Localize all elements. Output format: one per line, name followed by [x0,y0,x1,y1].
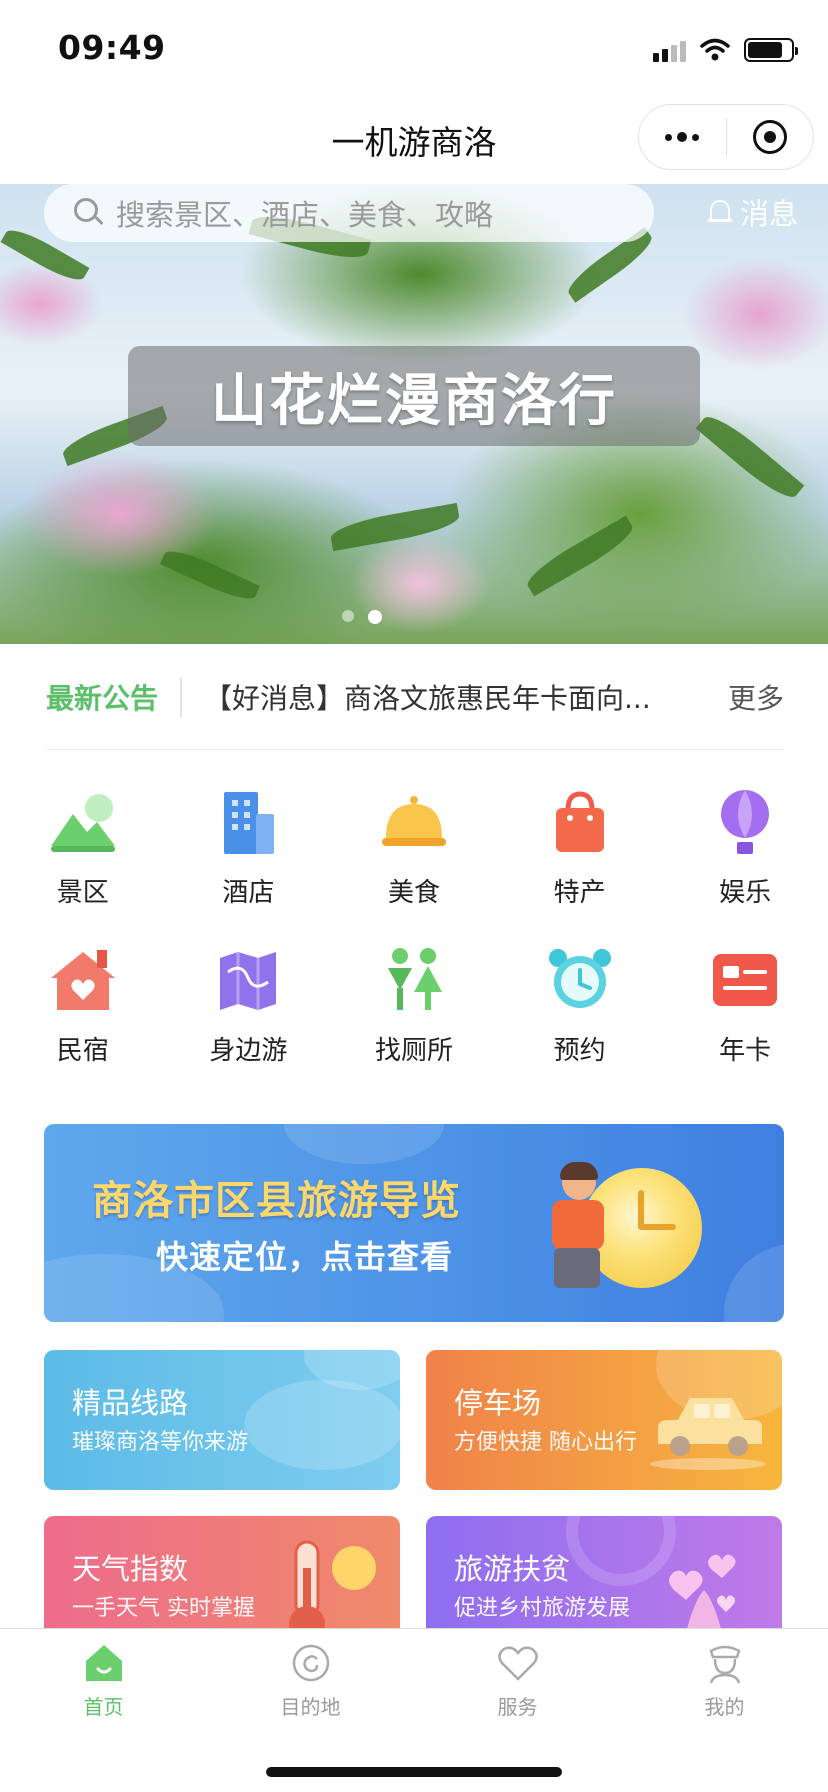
card-title: 精品线路 [72,1386,189,1420]
card-subtitle: 一手天气 实时掌握 [72,1596,255,1621]
guide-decoration [724,1244,784,1322]
banner-decoration [328,502,462,552]
house-heart-icon [50,950,115,1010]
guide-decoration [284,1124,444,1164]
category-label: 娱乐 [719,878,772,908]
home-icon [85,1645,122,1681]
banner-title: 山花烂漫商洛行 [211,368,617,434]
tab-label: 我的 [704,1695,745,1719]
carousel-indicator [342,610,382,624]
category-entertainment[interactable]: 娱乐 [662,780,828,938]
card-subtitle: 促进乡村旅游发展 [454,1596,631,1621]
featured-routes-card[interactable]: 精品线路 璀璨商洛等你来游 [44,1350,400,1490]
destination-icon [292,1644,329,1682]
category-annual-card[interactable]: 年卡 [662,938,828,1096]
miniprogram-capsule [638,104,814,170]
announcement-text[interactable]: 【好消息】商洛文旅惠民年卡面向... [204,677,650,717]
wifi-icon [700,38,730,61]
carousel-dot[interactable] [342,610,354,622]
category-hotels[interactable]: 酒店 [166,780,332,938]
category-label: 特产 [553,878,606,908]
category-label: 美食 [387,878,440,908]
category-label: 预约 [553,1036,606,1066]
card-title: 旅游扶贫 [454,1552,571,1586]
search-placeholder: 搜索景区、酒店、美食、攻略 [116,198,494,232]
mountain-icon [50,794,115,852]
tab-label: 目的地 [280,1695,341,1719]
parking-card[interactable]: 停车场 方便快捷 随心出行 [426,1350,782,1490]
banner-decoration [522,515,638,597]
category-scenic-spots[interactable]: 景区 [0,780,166,938]
category-label: 景区 [56,878,109,908]
announcement-more-link[interactable]: 更多 [728,677,784,717]
tab-label: 服务 [497,1695,538,1719]
county-guide-banner[interactable]: 商洛市区县旅游导览 快速定位，点击查看 [44,1124,784,1322]
category-label: 民宿 [56,1036,109,1066]
map-icon [220,952,277,1010]
user-icon [708,1645,741,1684]
more-dots-icon [665,132,700,142]
cloche-icon [381,796,446,846]
hero-banner[interactable]: 搜索景区、酒店、美食、攻略 消息 山花烂漫商洛行 [0,184,828,644]
close-miniprogram-button[interactable] [727,105,814,169]
nav-bar: 一机游商洛 [0,96,828,184]
announcement-label: 最新公告 [46,681,159,715]
car-icon [650,1398,766,1470]
tab-mine[interactable]: 我的 [621,1641,828,1733]
banner-decoration [160,543,260,607]
banner-decoration [695,408,805,506]
banner-caption: 山花烂漫商洛行 [128,346,700,446]
guide-subtitle: 快速定位，点击查看 [156,1238,454,1276]
hot-air-balloon-icon [721,790,770,854]
card-title: 停车场 [454,1386,542,1420]
alarm-clock-icon [548,949,611,1008]
tab-service[interactable]: 服务 [414,1641,621,1733]
category-label: 找厕所 [374,1036,453,1066]
guide-title: 商洛市区县旅游导览 [92,1178,461,1224]
heart-hand-icon [497,1646,538,1681]
search-icon [74,198,104,228]
building-icon [224,792,275,854]
card-title: 天气指数 [72,1552,189,1586]
tab-bar: 首页 目的地 服务 我的 [0,1628,828,1792]
carousel-dot-active[interactable] [368,610,382,624]
card-subtitle: 璀璨商洛等你来游 [72,1430,249,1455]
more-button[interactable] [639,105,726,169]
category-homestays[interactable]: 民宿 [0,938,166,1096]
category-find-restroom[interactable]: 找厕所 [331,938,497,1096]
card-subtitle: 方便快捷 随心出行 [454,1430,637,1455]
announcement-bar[interactable]: 最新公告 【好消息】商洛文旅惠民年卡面向... 更多 [46,644,784,750]
shopping-bag-icon [555,791,604,852]
tab-destination[interactable]: 目的地 [207,1641,414,1733]
messages-button[interactable]: 消息 [707,190,798,234]
category-label: 酒店 [222,878,275,908]
category-label: 年卡 [719,1036,772,1066]
home-indicator[interactable] [266,1767,562,1777]
battery-icon [744,38,798,62]
cellular-signal-icon [653,38,686,62]
category-food[interactable]: 美食 [331,780,497,938]
category-reservation[interactable]: 预约 [497,938,663,1096]
card-icon [713,954,778,1006]
category-specialties[interactable]: 特产 [497,780,663,938]
bell-icon [707,198,732,226]
target-icon [752,120,787,154]
messages-label: 消息 [739,197,798,231]
category-grid: 景区 酒店 美食 特产 娱乐 民宿 身边游 找厕所 预约 年卡 [0,780,828,1096]
announcement-divider [180,676,183,717]
tab-label: 首页 [83,1695,124,1719]
search-input[interactable]: 搜索景区、酒店、美食、攻略 [44,184,654,242]
status-bar: 09:49 [0,0,828,96]
card-decoration [244,1380,400,1470]
status-icons [653,32,798,68]
category-label: 身边游 [209,1036,288,1066]
status-time: 09:49 [58,28,166,67]
restroom-icon [387,948,442,1010]
person-illustration [544,1162,614,1294]
tab-home[interactable]: 首页 [0,1641,207,1733]
category-nearby-tours[interactable]: 身边游 [166,938,332,1096]
